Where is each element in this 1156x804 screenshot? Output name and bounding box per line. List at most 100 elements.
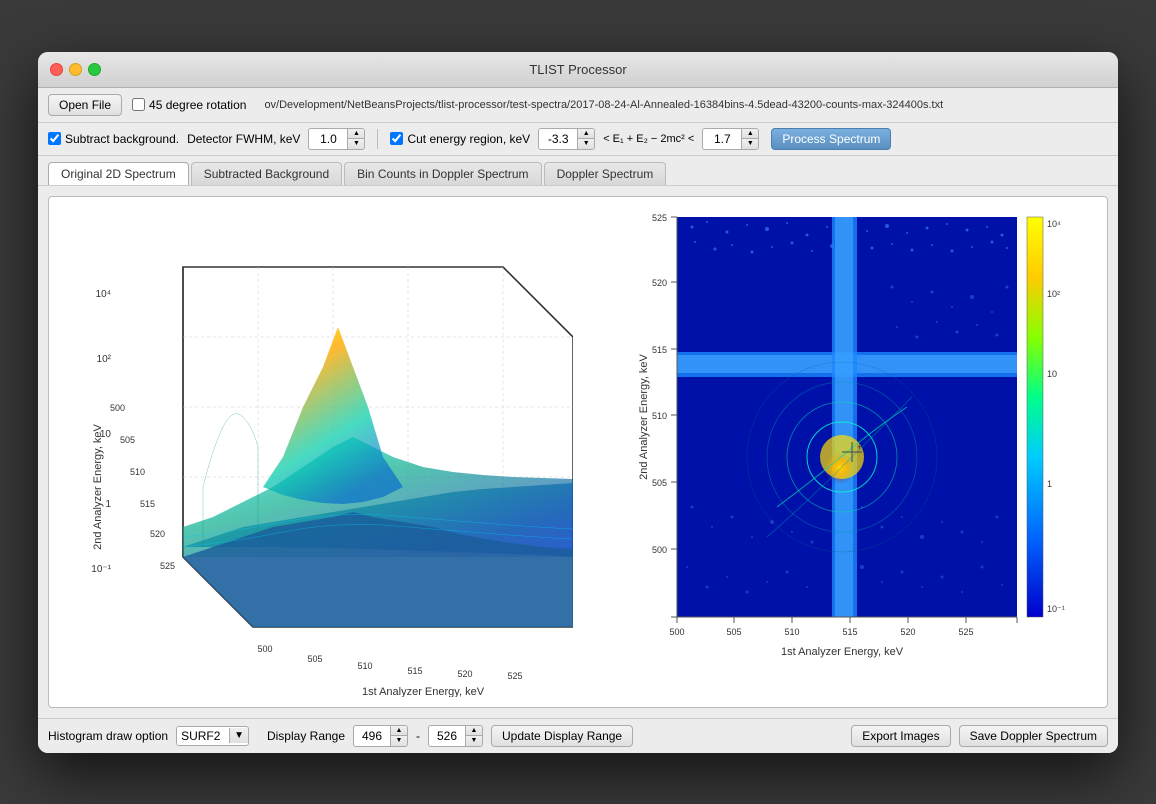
colorbar [1027,217,1043,617]
maximize-button[interactable] [88,63,101,76]
range-min-input: ▲ ▼ [353,725,408,747]
open-file-button[interactable]: Open File [48,94,122,116]
cb-label-1e4: 10⁴ [1047,219,1061,229]
range-max-input: ▲ ▼ [428,725,483,747]
cb-label-1: 1 [1047,479,1052,489]
detector-fwhm-input: ▲ ▼ [308,128,365,150]
rotation-label: 45 degree rotation [149,98,246,112]
x-axis-label: 1st Analyzer Energy, keV [362,686,485,697]
x-axis-main-label: 1st Analyzer Energy, keV [781,646,904,658]
y-axis-label-1: 10⁴ [96,289,111,300]
update-display-range-button[interactable]: Update Display Range [491,725,633,747]
y-axis-label-5: 10⁻¹ [92,564,112,575]
filepath: ov/Development/NetBeansProjects/tlist-pr… [264,99,943,111]
y-tick-500: 500 [110,403,125,413]
y-label-505: 505 [652,478,667,488]
cut-energy-max-input: ▲ ▼ [702,128,759,150]
tab-subtracted-background[interactable]: Subtracted Background [191,162,342,185]
y-axis-label: 2nd Analyzer Energy, keV [92,423,104,549]
chart-3d-panel: 10⁴ 10² 10 1 10⁻¹ [59,207,597,697]
minimize-button[interactable] [69,63,82,76]
cut-energy-min-value[interactable] [539,130,577,148]
subtract-bg-row: Subtract background. [48,132,179,146]
x-tick-505: 505 [308,654,323,664]
x-tick-510: 510 [358,661,373,671]
range-max-value[interactable] [429,727,465,745]
cut-energy-max-up[interactable]: ▲ [742,129,758,139]
cut-energy-row: Cut energy region, keV [390,132,530,146]
y-axis-main-label: 2nd Analyzer Energy, keV [638,353,650,479]
cut-energy-max-value[interactable] [703,130,741,148]
range-min-up[interactable]: ▲ [391,726,407,736]
y-label-500: 500 [652,545,667,555]
cut-energy-min-input: ▲ ▼ [538,128,595,150]
chart-2d-panel: + 10⁴ 10² 10 1 10⁻¹ [607,207,1097,697]
save-doppler-spectrum-button[interactable]: Save Doppler Spectrum [959,725,1108,747]
y-tick-525: 525 [160,561,175,571]
window-title: TLIST Processor [529,62,626,77]
y-tick-510: 510 [130,467,145,477]
range-max-up[interactable]: ▲ [466,726,482,736]
y-label-525: 525 [652,213,667,223]
cb-label-1e2: 10² [1047,289,1060,299]
display-range-label: Display Range [267,729,345,743]
x-tick-520: 520 [458,669,473,679]
main-window: TLIST Processor Open File 45 degree rota… [38,52,1118,753]
y-axis-label-4: 1 [106,499,112,510]
x-label-510: 510 [785,627,800,637]
range-max-down[interactable]: ▼ [466,736,482,746]
export-images-button[interactable]: Export Images [851,725,950,747]
options-bar: Subtract background. Detector FWHM, keV … [38,123,1118,156]
y-label-520: 520 [652,278,667,288]
chart-3d-svg: 10⁴ 10² 10 1 10⁻¹ [83,207,573,697]
process-spectrum-button[interactable]: Process Spectrum [771,128,891,150]
tab-doppler-spectrum[interactable]: Doppler Spectrum [544,162,667,185]
cut-energy-max-spinners: ▲ ▼ [741,129,758,149]
x-label-520: 520 [901,627,916,637]
bottom-bar: Histogram draw option ▼ Display Range ▲ … [38,718,1118,753]
y-tick-515: 515 [140,499,155,509]
bottom-right-buttons: Export Images Save Doppler Spectrum [851,725,1108,747]
subtract-bg-label: Subtract background. [65,132,179,146]
chart-area: 10⁴ 10² 10 1 10⁻¹ [48,196,1108,708]
traffic-lights [50,63,101,76]
x-tick-525: 525 [508,671,523,681]
detector-fwhm-value[interactable] [309,130,347,148]
cut-energy-min-up[interactable]: ▲ [578,129,594,139]
range-min-down[interactable]: ▼ [391,736,407,746]
y-tick-505: 505 [120,435,135,445]
tabs: Original 2D Spectrum Subtracted Backgrou… [38,156,1118,186]
histogram-dropdown-button[interactable]: ▼ [229,728,248,743]
range-min-spinners: ▲ ▼ [390,726,407,746]
y-label-510: 510 [652,411,667,421]
toolbar: Open File 45 degree rotation ov/Developm… [38,88,1118,123]
x-label-500: 500 [670,627,685,637]
y-label-515: 515 [652,345,667,355]
cut-energy-checkbox[interactable] [390,132,403,145]
x-tick-500: 500 [258,644,273,654]
cb-label-1em1: 10⁻¹ [1047,604,1065,614]
subtract-bg-checkbox[interactable] [48,132,61,145]
range-min-value[interactable] [354,727,390,745]
cut-energy-label: Cut energy region, keV [407,132,530,146]
tab-original-2d-spectrum[interactable]: Original 2D Spectrum [48,162,189,185]
chart-2d-svg: + 10⁴ 10² 10 1 10⁻¹ [637,207,1067,697]
detector-fwhm-spinners: ▲ ▼ [347,129,364,149]
cut-energy-min-down[interactable]: ▼ [578,139,594,149]
detector-fwhm-down[interactable]: ▼ [348,139,364,149]
histogram-value-input[interactable] [177,727,229,745]
histogram-select-wrapper: ▼ [176,726,249,746]
titlebar: TLIST Processor [38,52,1118,88]
separator-1 [377,129,378,149]
x-tick-515: 515 [408,666,423,676]
tab-bin-counts[interactable]: Bin Counts in Doppler Spectrum [344,162,541,185]
y-tick-520: 520 [150,529,165,539]
detector-fwhm-up[interactable]: ▲ [348,129,364,139]
cb-label-10: 10 [1047,369,1057,379]
close-button[interactable] [50,63,63,76]
range-max-spinners: ▲ ▼ [465,726,482,746]
cut-energy-max-down[interactable]: ▼ [742,139,758,149]
rotation-checkbox[interactable] [132,98,145,111]
histogram-label: Histogram draw option [48,729,168,743]
rotation-checkbox-row: 45 degree rotation [132,98,246,112]
